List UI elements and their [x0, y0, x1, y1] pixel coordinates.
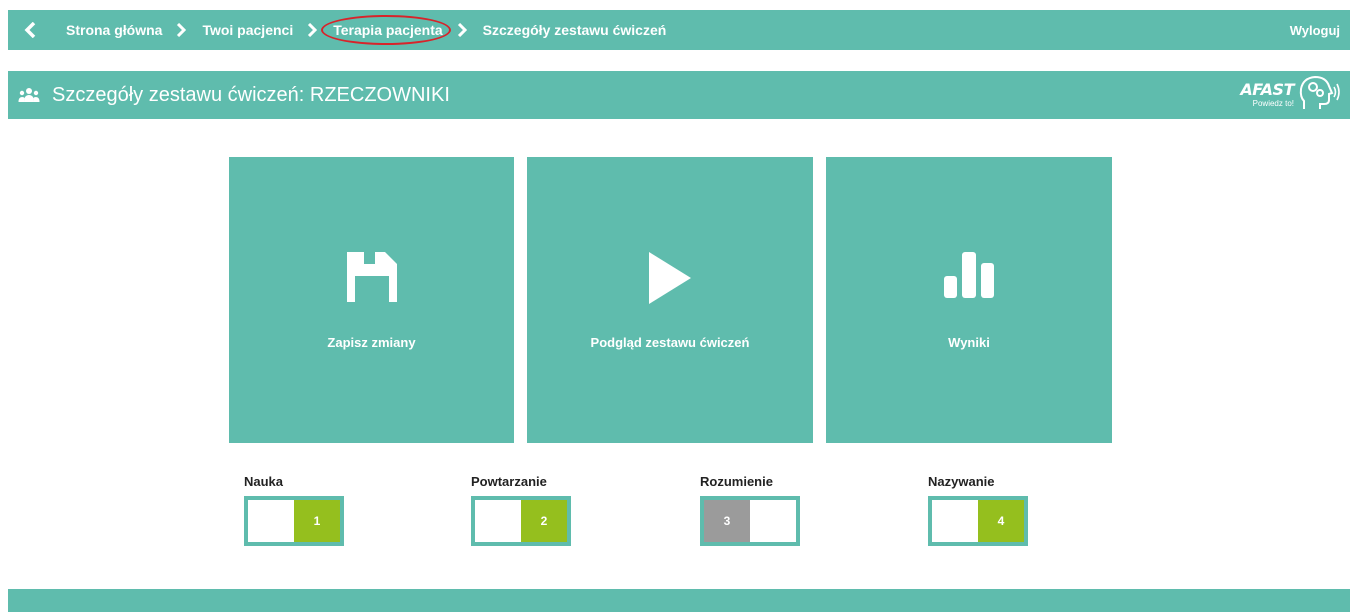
- breadcrumb-label[interactable]: Szczegóły zestawu ćwiczeń: [483, 22, 667, 38]
- learning-toggle[interactable]: 1: [244, 496, 344, 546]
- bar-chart-icon: [944, 252, 994, 303]
- tile-label: Podgląd zestawu ćwiczeń: [590, 335, 750, 350]
- naming-toggle[interactable]: 4: [928, 496, 1028, 546]
- breadcrumb-patients[interactable]: Twoi pacjenci: [202, 22, 293, 38]
- toggle-empty-half: [475, 500, 521, 542]
- top-nav-bar: Strona główna Twoi pacjenci Terapia pacj…: [8, 10, 1350, 50]
- logo-text: AFAST Powiedz to!: [1240, 82, 1294, 108]
- floppy-disk-icon: [346, 252, 397, 307]
- afast-logo: AFAST Powiedz to!: [1240, 73, 1342, 117]
- preview-exercise-set-tile[interactable]: Podgląd zestawu ćwiczeń: [527, 157, 813, 443]
- breadcrumb-patient-therapy[interactable]: Terapia pacjenta: [321, 15, 451, 45]
- tile-label: Wyniki: [948, 335, 990, 350]
- footer-bar: [8, 589, 1350, 612]
- toggle-number: 1: [294, 500, 340, 542]
- mode-label: Nauka: [244, 474, 284, 489]
- chevron-right-icon: [176, 23, 188, 37]
- users-group-icon: [18, 87, 40, 103]
- mode-learning: Nauka 1: [244, 474, 344, 546]
- save-changes-tile[interactable]: Zapisz zmiany: [229, 157, 514, 443]
- logo-tagline: Powiedz to!: [1252, 99, 1294, 108]
- logout-link[interactable]: Wyloguj: [1290, 23, 1340, 38]
- mode-repetition: Powtarzanie 2: [471, 474, 571, 546]
- head-gears-icon: [1298, 73, 1342, 118]
- toggle-number: 2: [521, 500, 567, 542]
- breadcrumb-home[interactable]: Strona główna: [66, 22, 162, 38]
- toggle-empty-half: [932, 500, 978, 542]
- tile-label: Zapisz zmiany: [327, 335, 416, 350]
- toggle-number: 3: [704, 500, 750, 542]
- page-header: Szczegóły zestawu ćwiczeń: RZECZOWNIKI A…: [8, 71, 1350, 119]
- chevron-right-icon: [457, 23, 469, 37]
- toggle-empty-half: [750, 500, 796, 542]
- mode-comprehension: Rozumienie 3: [700, 474, 800, 546]
- results-tile[interactable]: Wyniki: [826, 157, 1112, 443]
- mode-naming: Nazywanie 4: [928, 474, 1028, 546]
- play-icon: [648, 252, 692, 309]
- logo-brand: AFAST: [1240, 80, 1294, 99]
- breadcrumb-label[interactable]: Terapia pacjenta: [333, 22, 442, 38]
- breadcrumb-label[interactable]: Twoi pacjenci: [202, 22, 293, 38]
- page-title: Szczegóły zestawu ćwiczeń: RZECZOWNIKI: [52, 83, 450, 106]
- toggle-empty-half: [248, 500, 294, 542]
- back-chevron-icon[interactable]: [24, 21, 42, 39]
- mode-label: Powtarzanie: [471, 474, 547, 489]
- breadcrumb-label[interactable]: Strona główna: [66, 22, 162, 38]
- breadcrumb-exercise-set-details[interactable]: Szczegóły zestawu ćwiczeń: [483, 22, 667, 38]
- mode-label: Rozumienie: [700, 474, 773, 489]
- comprehension-toggle[interactable]: 3: [700, 496, 800, 546]
- chevron-right-icon: [307, 23, 319, 37]
- repetition-toggle[interactable]: 2: [471, 496, 571, 546]
- toggle-number: 4: [978, 500, 1024, 542]
- mode-label: Nazywanie: [928, 474, 995, 489]
